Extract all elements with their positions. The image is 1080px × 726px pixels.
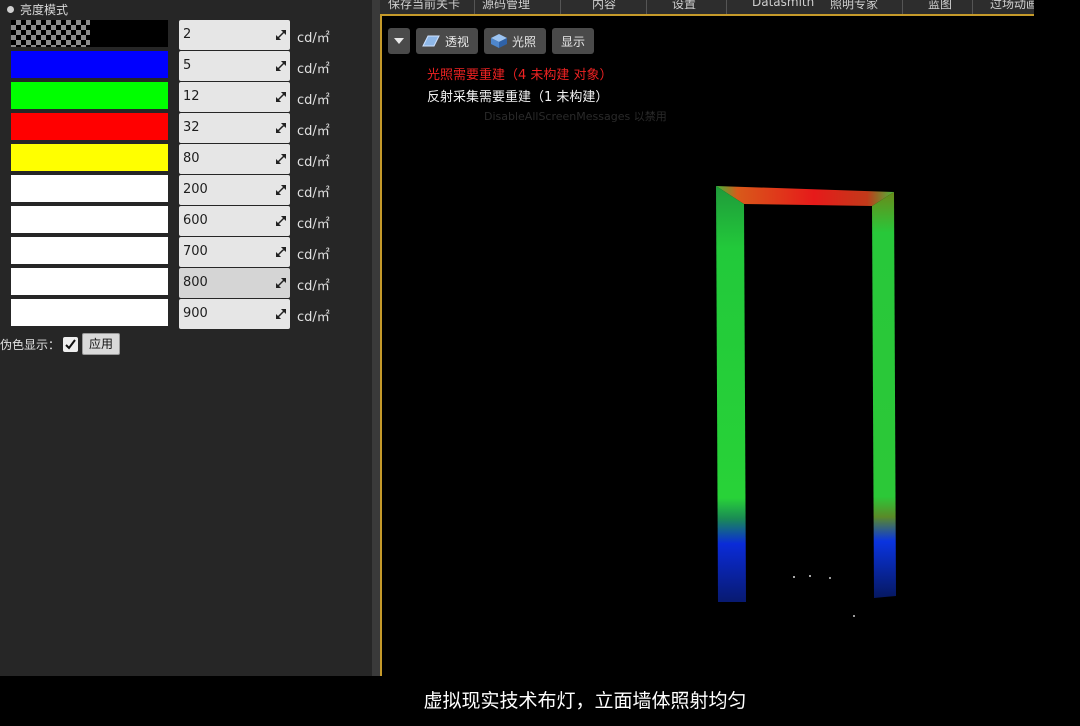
unit-label: cd/㎡ <box>297 93 330 108</box>
false-color-row: 伪色显示： 应用 <box>0 333 121 355</box>
mode-label: 亮度模式 <box>20 2 69 17</box>
legend-row: 600 cd/㎡ <box>0 206 372 237</box>
unit-label: cd/㎡ <box>297 31 330 46</box>
threshold-input[interactable]: 2 <box>179 20 290 50</box>
perspective-icon <box>422 35 440 47</box>
editor-toolbar: 保存当前关卡 源码管理 内容 设置 Datasmith 照明专家 蓝图 过场动画 <box>380 0 1034 16</box>
unit-label: cd/㎡ <box>297 62 330 77</box>
unit-label: cd/㎡ <box>297 310 330 325</box>
toolbar-item-lighting-expert[interactable]: 照明专家 <box>830 0 878 12</box>
checkmark-icon <box>65 338 76 350</box>
color-swatch-green[interactable] <box>11 82 168 109</box>
mode-radio-button[interactable] <box>7 5 14 13</box>
expand-icon[interactable] <box>276 30 286 40</box>
legend-row: 32 cd/㎡ <box>0 113 372 144</box>
threshold-input[interactable]: 600 <box>179 206 290 236</box>
threshold-input[interactable]: 700 <box>179 237 290 267</box>
doorframe-luminance-render <box>716 186 896 617</box>
toolbar-item-source-control[interactable]: 源码管理 <box>482 0 530 12</box>
legend-row: 200 cd/㎡ <box>0 175 372 206</box>
expand-icon[interactable] <box>276 123 286 133</box>
expand-icon[interactable] <box>276 61 286 71</box>
legend-row: 12 cd/㎡ <box>0 82 372 113</box>
level-viewport[interactable]: 透视 光照 显示 光照需要重建（4 未构建 对象） 反射采集需要重建（1 未构建… <box>380 16 1034 676</box>
threshold-input[interactable]: 12 <box>179 82 290 112</box>
lighting-mode-button[interactable]: 光照 <box>484 28 546 54</box>
color-swatch-blue[interactable] <box>11 51 168 78</box>
right-post <box>872 192 896 598</box>
expand-icon[interactable] <box>276 309 286 319</box>
color-swatch-yellow[interactable] <box>11 144 168 171</box>
top-beam <box>716 186 894 206</box>
legend-row: 900 cd/㎡ <box>0 299 372 330</box>
expand-icon[interactable] <box>276 247 286 257</box>
legend-row: 2 cd/㎡ <box>0 20 372 51</box>
color-swatch-white[interactable] <box>11 175 168 202</box>
unit-label: cd/㎡ <box>297 155 330 170</box>
unit-label: cd/㎡ <box>297 124 330 139</box>
expand-icon[interactable] <box>276 92 286 102</box>
mode-header[interactable]: 亮度模式 <box>0 0 372 18</box>
threshold-input[interactable]: 800 <box>179 268 290 298</box>
expand-icon[interactable] <box>276 278 286 288</box>
threshold-input[interactable]: 200 <box>179 175 290 205</box>
threshold-input[interactable]: 900 <box>179 299 290 329</box>
color-swatch-white[interactable] <box>11 206 168 233</box>
panel-divider[interactable] <box>372 0 380 676</box>
color-swatch-white[interactable] <box>11 268 168 295</box>
toolbar-item-settings[interactable]: 设置 <box>672 0 696 12</box>
toolbar-separator <box>646 0 647 14</box>
reflection-rebuild-warning: 反射采集需要重建（1 未构建） <box>427 90 609 105</box>
expand-icon[interactable] <box>276 216 286 226</box>
threshold-input[interactable]: 32 <box>179 113 290 143</box>
apply-button[interactable]: 应用 <box>82 333 121 355</box>
legend-row: 700 cd/㎡ <box>0 237 372 268</box>
unit-label: cd/㎡ <box>297 186 330 201</box>
viewport-options-button[interactable] <box>388 28 410 54</box>
color-swatch-white[interactable] <box>11 237 168 264</box>
toolbar-separator <box>972 0 973 14</box>
toolbar-item-cinematics[interactable]: 过场动画 <box>990 0 1034 12</box>
perspective-button[interactable]: 透视 <box>416 28 478 54</box>
chevron-down-icon <box>394 38 404 44</box>
color-swatch-red[interactable] <box>11 113 168 140</box>
color-swatch-transparent[interactable] <box>11 20 168 47</box>
toolbar-item-content[interactable]: 内容 <box>592 0 616 12</box>
unit-label: cd/㎡ <box>297 248 330 263</box>
toolbar-separator <box>726 0 727 14</box>
lit-sphere-icon <box>491 34 507 48</box>
toolbar-separator <box>902 0 903 14</box>
video-subtitle: 虚拟现实技术布灯，立面墙体照射均匀 <box>423 690 747 712</box>
luminance-legend-panel: 亮度模式 2 cd/㎡ 5 cd/㎡ 12 cd/㎡ 32 cd/㎡ 80 cd… <box>0 0 372 676</box>
unit-label: cd/㎡ <box>297 279 330 294</box>
toolbar-item-datasmith[interactable]: Datasmith <box>752 0 814 9</box>
false-color-checkbox[interactable] <box>63 336 79 352</box>
unit-label: cd/㎡ <box>297 217 330 232</box>
false-color-label: 伪色显示： <box>0 337 61 352</box>
toolbar-separator <box>474 0 475 14</box>
screen-messages-hint: DisableAllScreenMessages 以禁用 <box>484 110 667 123</box>
threshold-input[interactable]: 5 <box>179 51 290 81</box>
expand-icon[interactable] <box>276 185 286 195</box>
legend-row: 800 cd/㎡ <box>0 268 372 299</box>
threshold-input[interactable]: 80 <box>179 144 290 174</box>
color-swatch-white[interactable] <box>11 299 168 326</box>
show-button[interactable]: 显示 <box>552 28 594 54</box>
left-post <box>716 186 746 602</box>
lighting-rebuild-warning: 光照需要重建（4 未构建 对象） <box>427 68 613 83</box>
toolbar-separator <box>560 0 561 14</box>
toolbar-item-save-level[interactable]: 保存当前关卡 <box>388 0 460 12</box>
expand-icon[interactable] <box>276 154 286 164</box>
legend-row: 80 cd/㎡ <box>0 144 372 175</box>
legend-row: 5 cd/㎡ <box>0 51 372 82</box>
toolbar-item-blueprints[interactable]: 蓝图 <box>928 0 952 12</box>
